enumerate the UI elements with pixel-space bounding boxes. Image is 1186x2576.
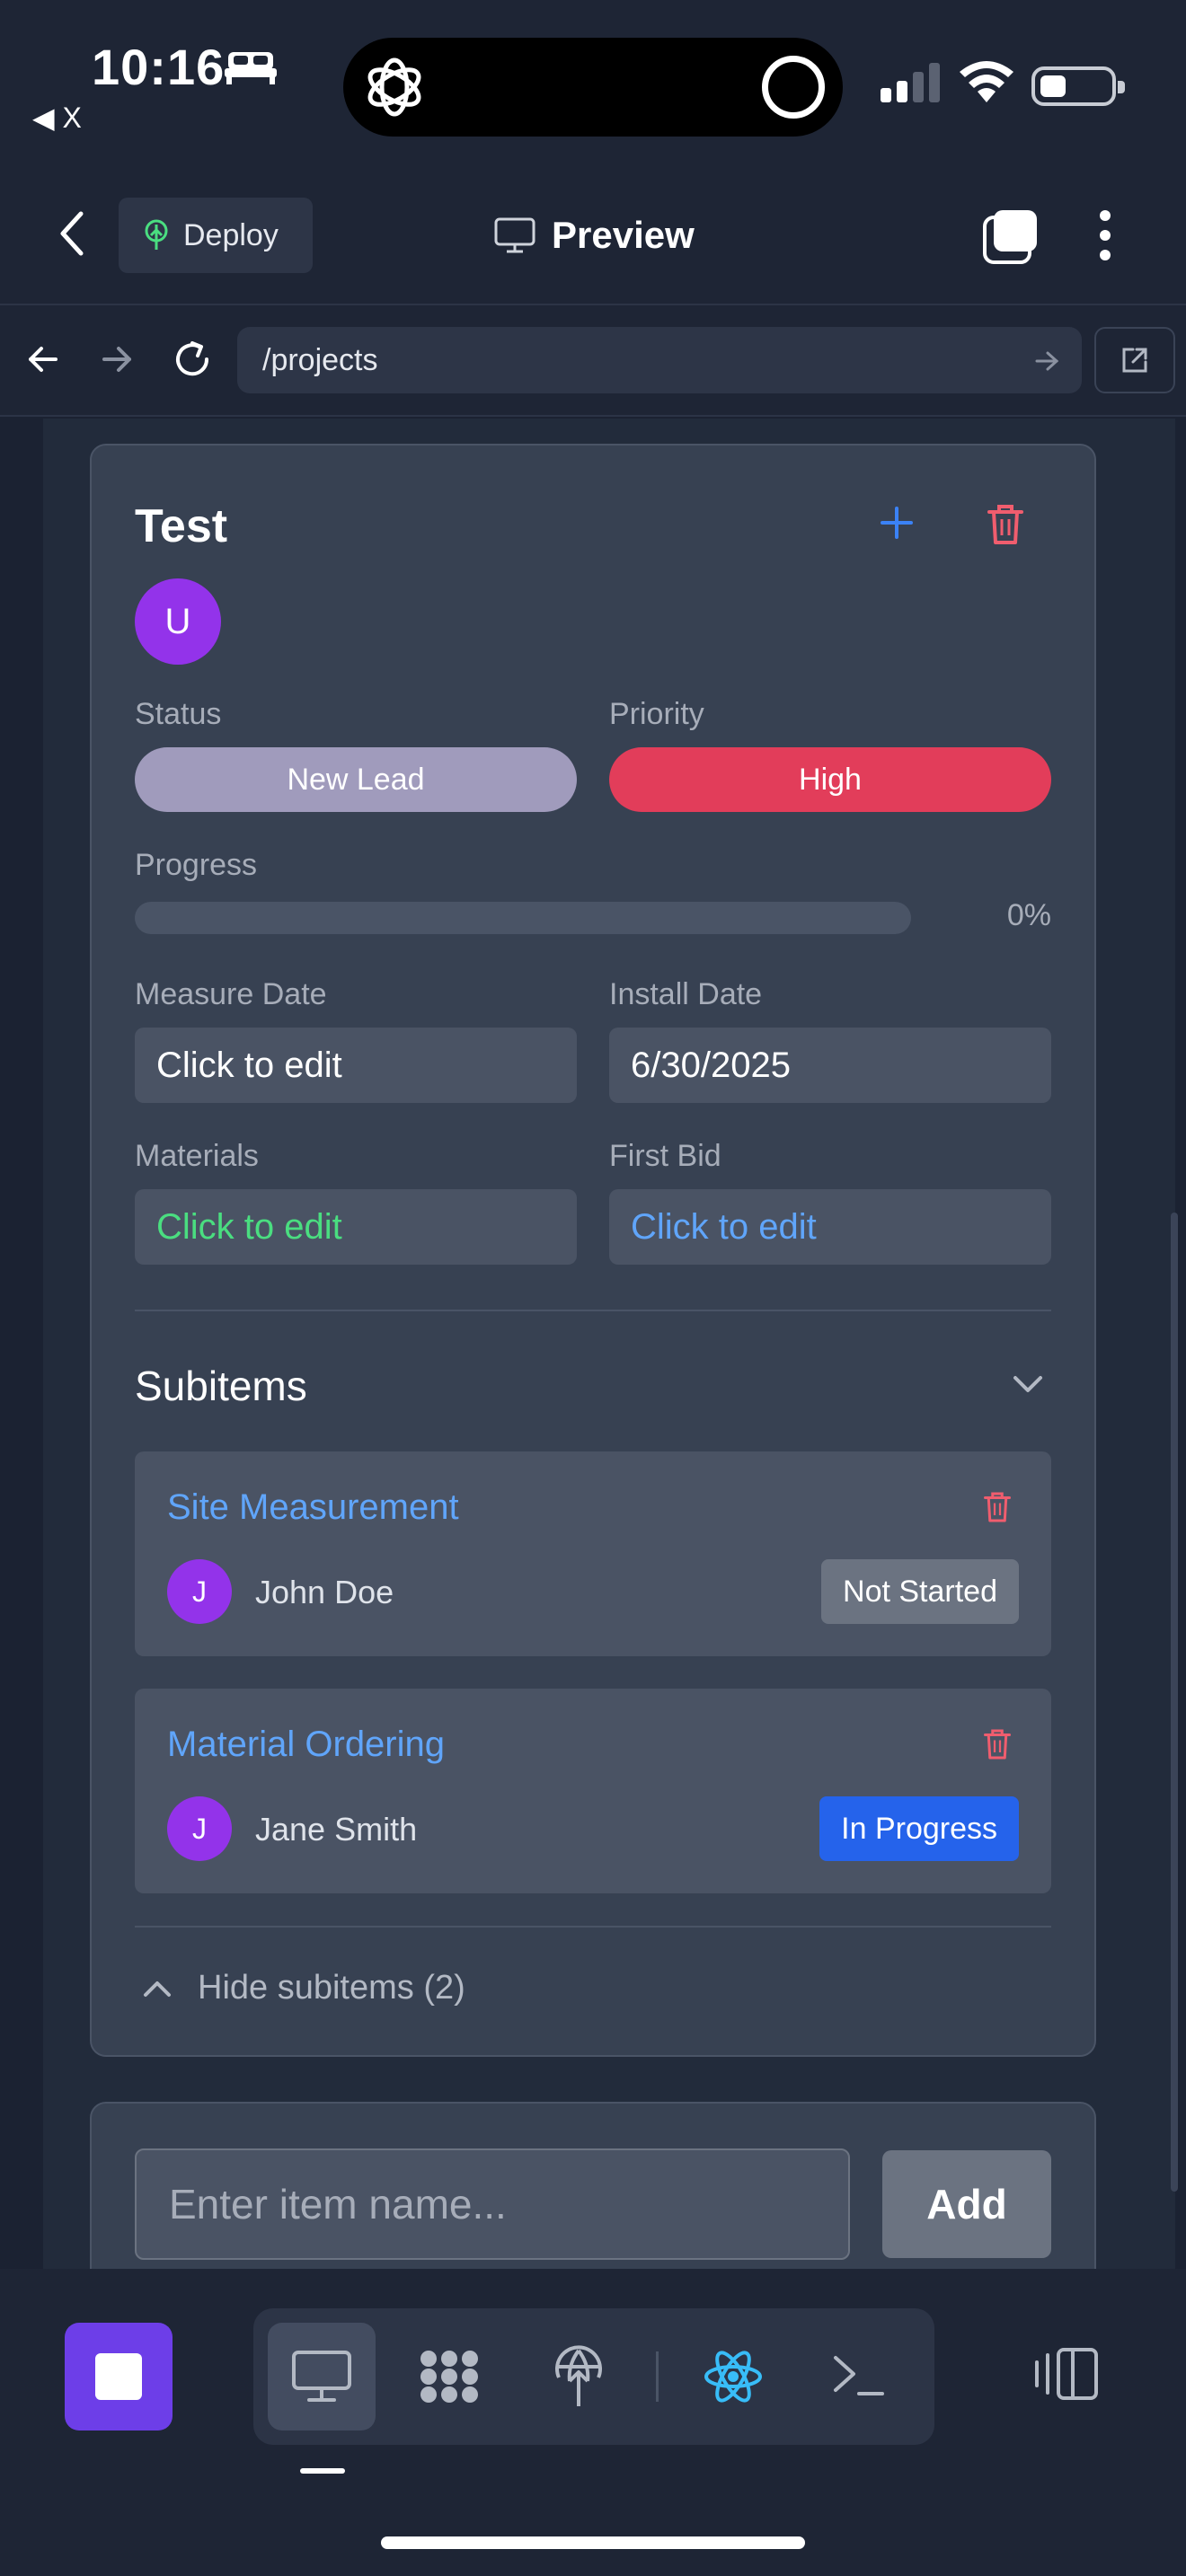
arrow-right-icon[interactable]: [99, 341, 135, 377]
priority-label: Priority: [609, 697, 704, 731]
more-vertical-icon[interactable]: [1094, 208, 1116, 262]
status-label: Status: [135, 697, 222, 731]
progress-percent: 0%: [1006, 898, 1051, 932]
url-text: /projects: [262, 342, 378, 377]
desktop-tool-button[interactable]: [268, 2323, 376, 2430]
first-bid-field[interactable]: Click to edit: [609, 1189, 1051, 1265]
battery-icon: [1031, 66, 1125, 106]
desktop-icon: [292, 2351, 351, 2402]
project-card: Test U Status Priority New Lead High Pro…: [90, 444, 1096, 2057]
subitems-heading: Subitems: [135, 1363, 307, 1409]
materials-label: Materials: [135, 1139, 259, 1173]
workspace-icon: [420, 2351, 478, 2403]
active-tool-indicator: [300, 2468, 345, 2474]
chevron-left-icon[interactable]: [54, 207, 90, 260]
chevron-up-icon: [144, 1981, 171, 1997]
monitor-icon: [494, 217, 535, 253]
stop-icon: [95, 2353, 142, 2400]
deploy-icon: [145, 219, 168, 250]
react-icon: [704, 2351, 762, 2403]
reload-icon[interactable]: [171, 338, 214, 381]
subitem-title[interactable]: Site Measurement: [167, 1487, 459, 1528]
subitem-card[interactable]: Site Measurement J John Doe Not Started: [135, 1451, 1051, 1656]
react-tool-button[interactable]: [679, 2323, 787, 2430]
deploy-tree-icon: [555, 2345, 602, 2406]
priority-dropdown[interactable]: High: [609, 747, 1051, 812]
signal-icon: [881, 63, 940, 102]
bottom-toolbar: [0, 2269, 1186, 2576]
add-button[interactable]: Add: [882, 2150, 1051, 2258]
materials-field[interactable]: Click to edit: [135, 1189, 577, 1265]
page-content[interactable]: Test U Status Priority New Lead High Pro…: [43, 419, 1175, 2269]
go-arrow-icon[interactable]: [1033, 348, 1060, 374]
divider: [135, 1310, 1051, 1311]
activity-ring-icon: [762, 56, 825, 119]
arrow-left-icon[interactable]: [25, 341, 61, 377]
subitem-title[interactable]: Material Ordering: [167, 1725, 445, 1765]
preview-title: Preview: [494, 214, 695, 257]
deploy-tool-button[interactable]: [525, 2323, 633, 2430]
trash-icon[interactable]: [983, 1491, 1012, 1523]
assignee-name: John Doe: [255, 1574, 394, 1610]
open-external-button[interactable]: [1094, 327, 1175, 393]
avatar: U: [135, 578, 221, 665]
external-link-icon: [1122, 348, 1147, 373]
url-input[interactable]: /projects: [237, 327, 1082, 393]
progress-label: Progress: [135, 848, 258, 882]
workspace-tool-button[interactable]: [395, 2323, 503, 2430]
tabs-icon[interactable]: [983, 208, 1039, 264]
hide-subitems-label: Hide subitems (2): [198, 1969, 465, 2007]
add-item-card: Add: [90, 2102, 1096, 2269]
trash-icon[interactable]: [987, 503, 1024, 546]
home-indicator[interactable]: [381, 2536, 805, 2549]
bed-icon: [225, 52, 277, 84]
hide-subitems-button[interactable]: Hide subitems (2): [142, 1969, 465, 2007]
install-date-label: Install Date: [609, 977, 763, 1011]
scrollbar[interactable]: [1171, 1213, 1178, 2192]
app-header: Deploy Preview: [0, 162, 1186, 305]
deploy-label: Deploy: [183, 217, 279, 252]
chevron-down-icon[interactable]: [1012, 1374, 1044, 1396]
assignee-name: Jane Smith: [255, 1811, 418, 1848]
status-badge[interactable]: In Progress: [819, 1796, 1019, 1861]
trash-icon[interactable]: [983, 1728, 1012, 1760]
sidebar-toggle-icon[interactable]: [1033, 2346, 1100, 2402]
openai-logo-icon: [367, 57, 421, 117]
plus-icon[interactable]: [879, 505, 915, 541]
first-bid-label: First Bid: [609, 1139, 721, 1173]
terminal-tool-button[interactable]: [805, 2323, 913, 2430]
measure-date-field[interactable]: Click to edit: [135, 1028, 577, 1103]
terminal-icon: [834, 2356, 884, 2395]
status-badge[interactable]: Not Started: [821, 1559, 1019, 1624]
avatar: J: [167, 1796, 232, 1861]
item-name-input[interactable]: [135, 2148, 850, 2260]
tool-switcher: [253, 2308, 934, 2445]
wifi-icon: [960, 61, 1013, 102]
divider: [135, 1926, 1051, 1928]
status-bar: 10:16 ◀ X: [0, 0, 1186, 162]
install-date-field[interactable]: 6/30/2025: [609, 1028, 1051, 1103]
deploy-button[interactable]: Deploy: [119, 198, 313, 273]
project-title[interactable]: Test: [135, 499, 227, 553]
stop-button[interactable]: [65, 2323, 173, 2430]
status-dropdown[interactable]: New Lead: [135, 747, 577, 812]
measure-date-label: Measure Date: [135, 977, 327, 1011]
progress-bar[interactable]: [135, 902, 911, 934]
back-to-app-link[interactable]: ◀ X: [32, 101, 82, 135]
toolbar-separator: [656, 2351, 659, 2402]
dynamic-island: [343, 38, 843, 137]
avatar: J: [167, 1559, 232, 1624]
url-bar: /projects: [0, 305, 1186, 417]
subitem-card[interactable]: Material Ordering J Jane Smith In Progre…: [135, 1689, 1051, 1893]
clock: 10:16: [92, 39, 226, 95]
preview-label: Preview: [552, 214, 695, 256]
